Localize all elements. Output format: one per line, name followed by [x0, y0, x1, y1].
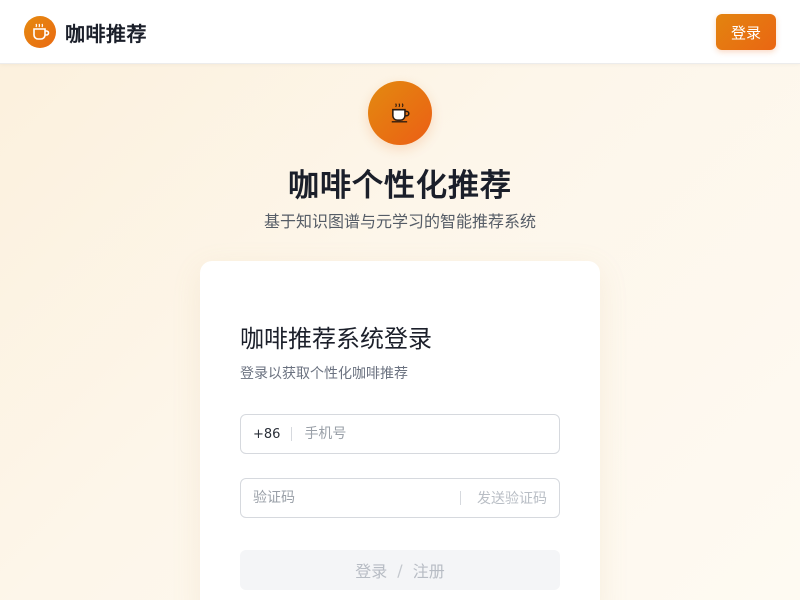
- phone-input[interactable]: [304, 415, 559, 453]
- coffee-cup-icon: [24, 16, 56, 48]
- header-login-button[interactable]: 登录: [716, 14, 776, 50]
- top-navbar: 咖啡推荐 登录: [0, 0, 800, 64]
- phone-field: +86: [240, 414, 560, 454]
- brand-name: 咖啡推荐: [65, 21, 147, 46]
- coffee-cup-icon: [368, 81, 432, 145]
- field-divider: [291, 427, 293, 441]
- login-label: 登录: [355, 562, 388, 581]
- hero-title: 咖啡个性化推荐: [288, 168, 512, 204]
- send-code-button[interactable]: 发送验证码: [477, 488, 547, 508]
- login-register-button[interactable]: 登录 / 注册: [240, 550, 560, 590]
- login-card-subtitle: 登录以获取个性化咖啡推荐: [240, 366, 408, 382]
- field-divider: [460, 491, 461, 505]
- hero-subtitle: 基于知识图谱与元学习的智能推荐系统: [263, 212, 536, 231]
- register-label: 注册: [412, 562, 445, 581]
- verification-code-field: 发送验证码: [240, 478, 560, 518]
- submit-separator: /: [397, 560, 403, 580]
- verification-code-input[interactable]: [253, 479, 460, 517]
- login-card-title: 咖啡推荐系统登录: [240, 325, 432, 353]
- brand[interactable]: 咖啡推荐: [24, 16, 147, 48]
- country-code-prefix[interactable]: +86: [253, 427, 280, 442]
- login-card: 咖啡推荐系统登录 登录以获取个性化咖啡推荐 +86 发送验证码 登录 / 注册: [200, 261, 600, 600]
